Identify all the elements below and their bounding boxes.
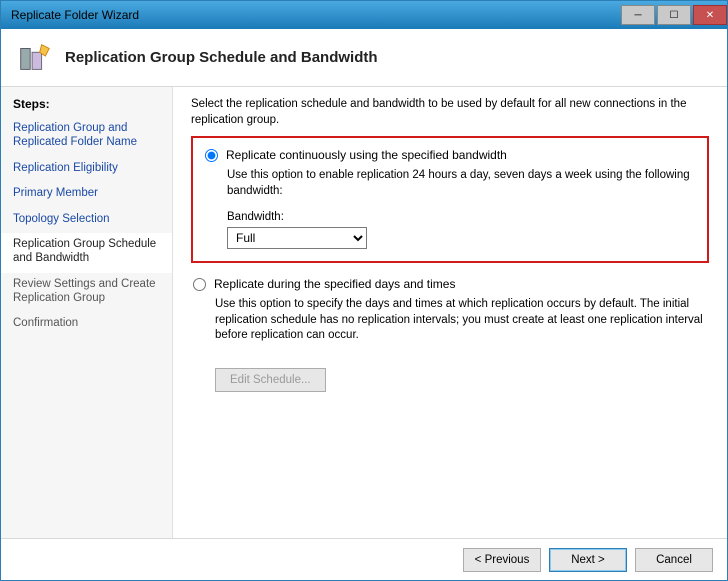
- window-title: Replicate Folder Wizard: [11, 8, 139, 22]
- edit-schedule-button[interactable]: Edit Schedule...: [215, 368, 326, 392]
- step-confirmation[interactable]: Confirmation: [1, 312, 172, 337]
- option-scheduled-row[interactable]: Replicate during the specified days and …: [193, 277, 709, 291]
- minimize-button[interactable]: ─: [621, 5, 655, 25]
- next-button[interactable]: Next >: [549, 548, 627, 572]
- steps-sidebar: Steps: Replication Group and Replicated …: [1, 87, 173, 538]
- cancel-button[interactable]: Cancel: [635, 548, 713, 572]
- step-schedule-bandwidth[interactable]: Replication Group Schedule and Bandwidth: [1, 233, 172, 273]
- bandwidth-label: Bandwidth:: [227, 211, 695, 223]
- steps-heading: Steps:: [1, 95, 172, 117]
- step-primary-member[interactable]: Primary Member: [1, 182, 172, 207]
- replication-icon: [15, 39, 53, 77]
- wizard-window: Replicate Folder Wizard ─ ☐ ✕ Replicatio…: [0, 0, 728, 581]
- option-continuous-label: Replicate continuously using the specifi…: [226, 148, 507, 162]
- bandwidth-select[interactable]: Full: [227, 227, 367, 249]
- previous-button[interactable]: < Previous: [463, 548, 541, 572]
- step-group-name[interactable]: Replication Group and Replicated Folder …: [1, 117, 172, 157]
- instruction-text: Select the replication schedule and band…: [191, 97, 709, 128]
- main-panel: Select the replication schedule and band…: [173, 87, 727, 538]
- wizard-footer: < Previous Next > Cancel: [1, 538, 727, 580]
- close-button[interactable]: ✕: [693, 5, 727, 25]
- wizard-header: Replication Group Schedule and Bandwidth: [1, 29, 727, 87]
- option-scheduled-label: Replicate during the specified days and …: [214, 277, 455, 291]
- option-continuous-box: Replicate continuously using the specifi…: [191, 136, 709, 263]
- option-scheduled-radio[interactable]: [193, 278, 206, 291]
- option-scheduled-box: Replicate during the specified days and …: [193, 277, 709, 392]
- step-review[interactable]: Review Settings and Create Replication G…: [1, 273, 172, 313]
- option-continuous-desc: Use this option to enable replication 24…: [227, 168, 695, 199]
- option-continuous-row[interactable]: Replicate continuously using the specifi…: [205, 148, 695, 162]
- option-scheduled-desc: Use this option to specify the days and …: [215, 297, 709, 344]
- page-title: Replication Group Schedule and Bandwidth: [65, 49, 378, 66]
- wizard-body: Steps: Replication Group and Replicated …: [1, 87, 727, 538]
- window-controls: ─ ☐ ✕: [619, 5, 727, 25]
- titlebar: Replicate Folder Wizard ─ ☐ ✕: [1, 1, 727, 29]
- step-topology[interactable]: Topology Selection: [1, 208, 172, 233]
- maximize-button[interactable]: ☐: [657, 5, 691, 25]
- step-eligibility[interactable]: Replication Eligibility: [1, 157, 172, 182]
- option-continuous-radio[interactable]: [205, 149, 218, 162]
